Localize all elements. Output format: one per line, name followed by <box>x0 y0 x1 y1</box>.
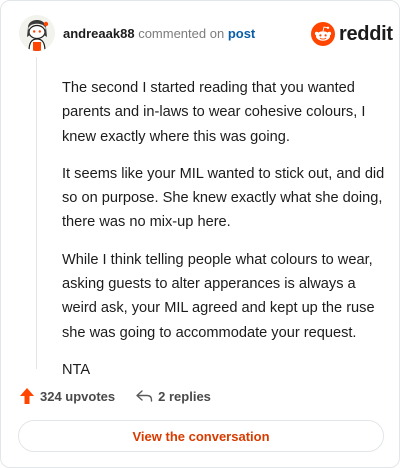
reply-count: 2 replies <box>158 388 211 404</box>
author-line: andreaak88 commented on post <box>63 26 255 42</box>
reddit-wordmark: reddit <box>339 23 393 45</box>
comment-paragraph: NTA <box>62 361 91 378</box>
reddit-logo[interactable]: reddit <box>311 21 393 47</box>
view-conversation-button[interactable]: View the conversation <box>18 420 384 452</box>
comment-paragraph: The second I started reading that you wa… <box>62 80 366 145</box>
snoo-avatar-icon <box>19 15 55 51</box>
upvote-arrow-icon <box>20 388 34 404</box>
action-text: commented on <box>138 26 225 41</box>
comment-actions: 324 upvotes 2 replies <box>19 386 211 406</box>
reply-arrow-icon <box>136 390 153 402</box>
author-name[interactable]: andreaak88 <box>63 26 135 41</box>
avatar[interactable] <box>19 15 55 51</box>
comment-paragraph: While I think telling people what colour… <box>62 251 375 341</box>
comment-embed-card: andreaak88 commented on post reddit The … <box>0 0 400 468</box>
post-link[interactable]: post <box>228 26 255 41</box>
reddit-snoo-icon <box>311 22 335 46</box>
thread-line <box>36 57 37 369</box>
replies-button[interactable]: 2 replies <box>135 388 211 404</box>
upvote-count: 324 upvotes <box>40 388 116 404</box>
upvote-button[interactable]: 324 upvotes <box>19 387 115 405</box>
comment-paragraph: It seems like your MIL wanted to stick o… <box>62 165 385 231</box>
comment-body: The second I started reading that you wa… <box>62 76 394 395</box>
